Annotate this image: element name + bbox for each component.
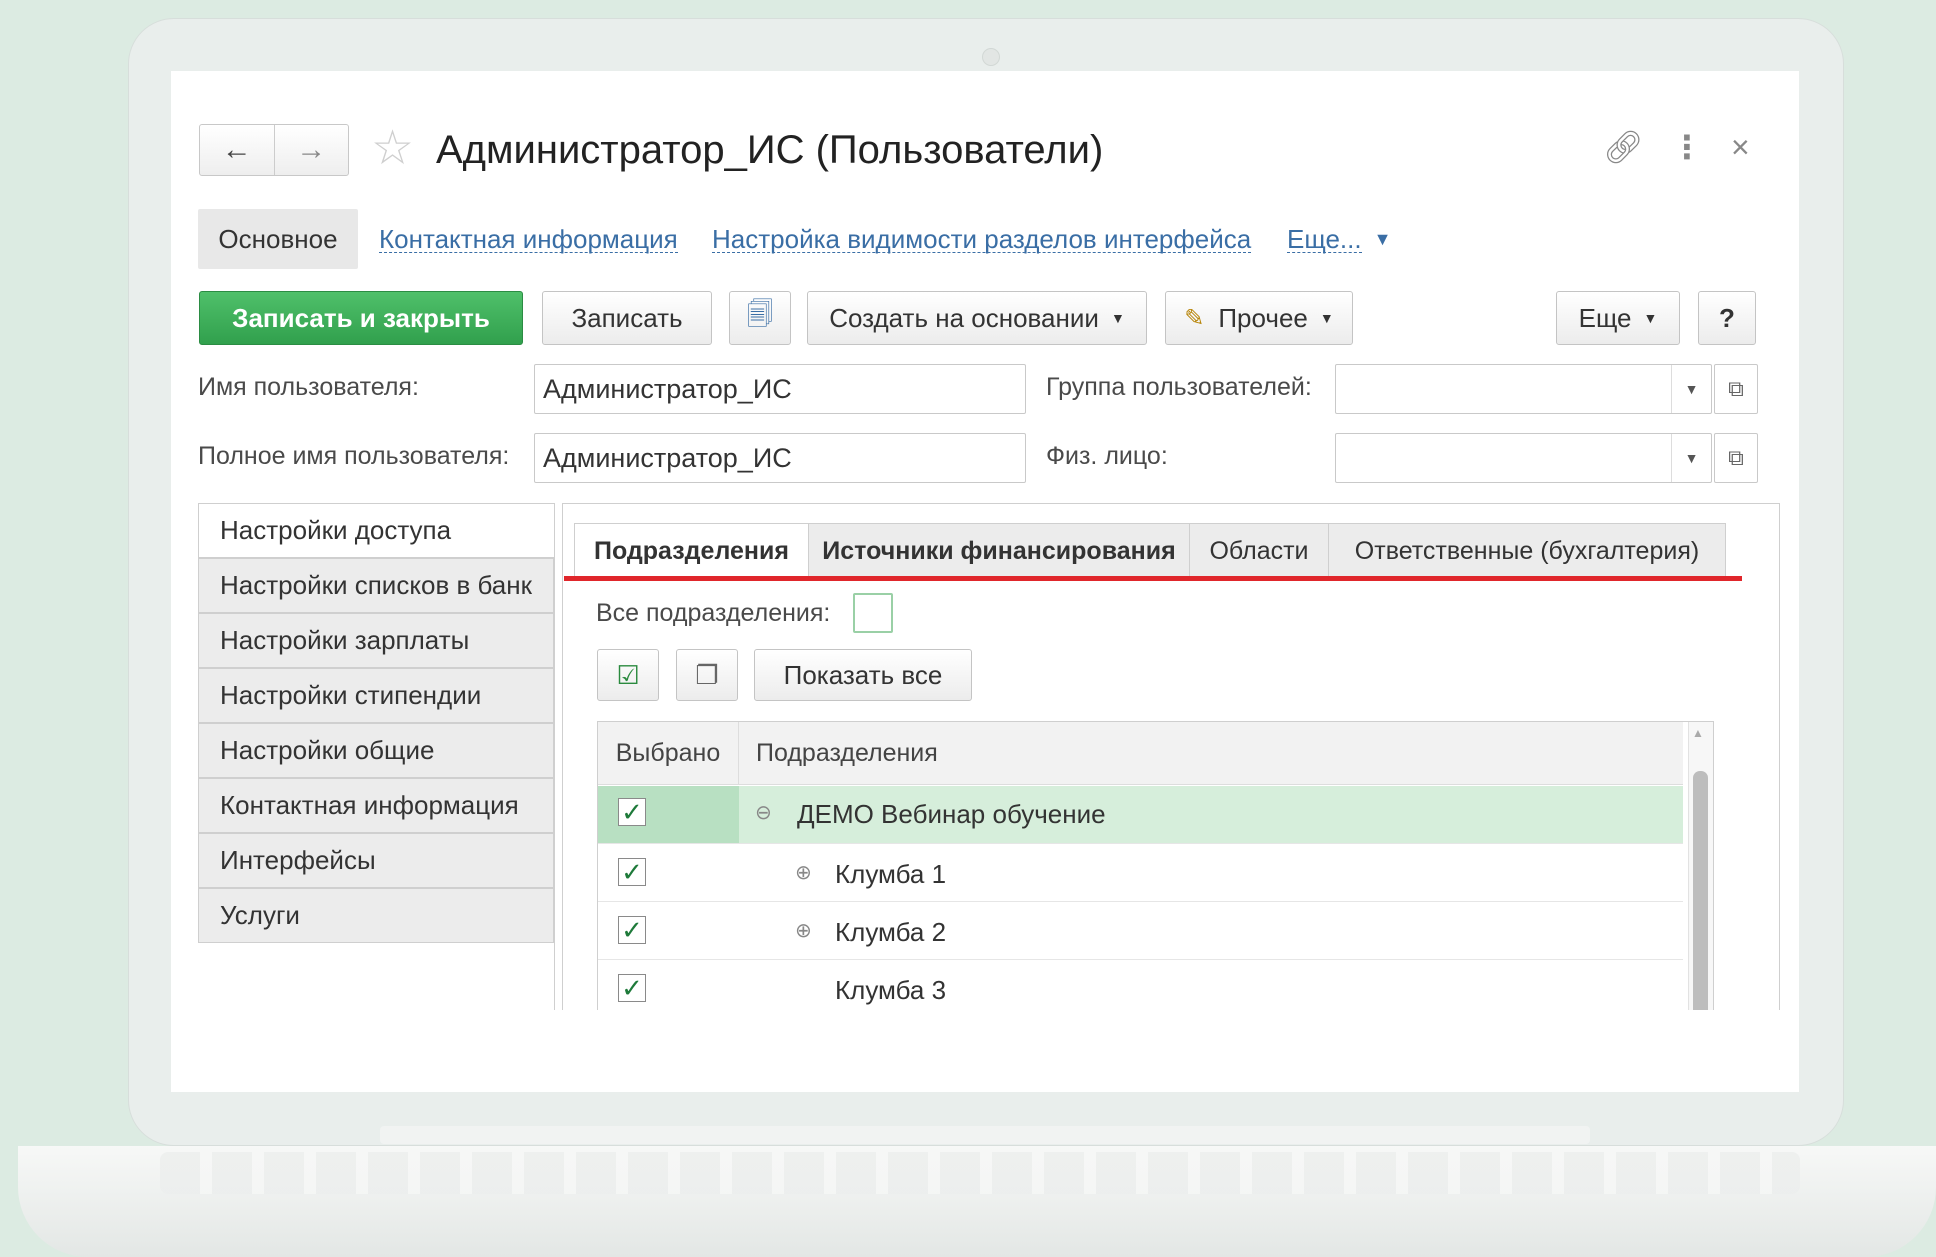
left-tab-salary[interactable]: Настройки зарплаты: [198, 613, 554, 668]
left-tab-services[interactable]: Услуги: [198, 888, 554, 943]
all-departments-label: Все подразделения:: [596, 599, 831, 627]
other-button[interactable]: ✎ Прочее ▼: [1165, 291, 1353, 345]
scroll-up-icon[interactable]: ▲: [1692, 726, 1704, 740]
tab-highlight-line: [564, 576, 1742, 581]
nav-main[interactable]: Основное: [198, 209, 358, 269]
left-tab-contact[interactable]: Контактная информация: [198, 778, 554, 833]
row-checkbox[interactable]: ✓: [618, 858, 646, 886]
nav-interface-visibility[interactable]: Настройка видимости разделов интерфейса: [712, 209, 1252, 269]
tab-departments[interactable]: Подразделения: [574, 523, 809, 580]
all-departments-checkbox[interactable]: [853, 593, 893, 633]
document-settings-icon[interactable]: 🗐: [729, 291, 791, 345]
nav-more[interactable]: Еще... ▼: [1287, 209, 1391, 269]
favorite-star-icon[interactable]: ☆: [371, 125, 414, 173]
tab-responsible-accounting[interactable]: Ответственные (бухгалтерия): [1328, 523, 1726, 580]
forward-arrow-icon[interactable]: →: [273, 125, 349, 175]
username-label: Имя пользователя:: [198, 373, 419, 401]
uncheck-all-icon[interactable]: ❐: [676, 649, 738, 701]
save-button[interactable]: Записать: [542, 291, 712, 345]
dropdown-arrow-icon[interactable]: ▼: [1671, 434, 1711, 482]
department-name: Клумба 3: [835, 975, 947, 1005]
check-all-icon[interactable]: ☑: [597, 649, 659, 701]
history-nav: ← →: [199, 124, 349, 176]
department-name: Клумба 1: [835, 859, 947, 889]
person-label: Физ. лицо:: [1046, 442, 1168, 470]
fullname-field[interactable]: Администратор_ИС: [534, 433, 1026, 483]
row-checkbox[interactable]: ✓: [618, 798, 646, 826]
link-icon[interactable]: 🔗︎: [1603, 127, 1644, 167]
person-select[interactable]: ▼: [1335, 433, 1712, 483]
create-based-label: Создать на основании: [829, 302, 1099, 333]
close-icon[interactable]: ×: [1731, 127, 1750, 167]
column-header-departments[interactable]: Подразделения: [739, 722, 1683, 785]
window-title: Администратор_ИС (Пользователи): [436, 128, 1104, 172]
nav-interface-visibility-label[interactable]: Настройка видимости разделов интерфейса: [712, 226, 1252, 253]
back-arrow-icon[interactable]: ←: [200, 125, 274, 175]
laptop-keyboard: [160, 1152, 1800, 1194]
column-header-selected[interactable]: Выбрано: [598, 722, 739, 785]
table-row[interactable]: ✓ ⊖ ДЕМО Вебинар обучение: [598, 786, 1683, 844]
screen-bottom-band: [171, 1010, 1799, 1092]
table-row[interactable]: ✓ ⊕ Клумба 1: [598, 844, 1683, 902]
dropdown-arrow-icon: ▼: [1643, 310, 1658, 326]
more-label: Еще: [1578, 302, 1632, 333]
fullname-label: Полное имя пользователя:: [198, 442, 510, 470]
wrench-icon: ✎: [1184, 304, 1205, 332]
nav-contact-info-label[interactable]: Контактная информация: [379, 226, 678, 253]
more-button[interactable]: Еще ▼: [1556, 291, 1680, 345]
left-tab-interfaces[interactable]: Интерфейсы: [198, 833, 554, 888]
group-select[interactable]: ▼: [1335, 364, 1712, 414]
open-icon[interactable]: ⧉: [1714, 364, 1758, 414]
row-checkbox[interactable]: ✓: [618, 974, 646, 1002]
nav-more-label[interactable]: Еще...: [1287, 226, 1362, 253]
left-tab-general[interactable]: Настройки общие: [198, 723, 554, 778]
dropdown-arrow-icon: ▼: [1110, 310, 1125, 326]
dropdown-arrow-icon: ▼: [1319, 310, 1334, 326]
help-button[interactable]: ?: [1698, 291, 1756, 345]
collapse-icon[interactable]: ⊖: [755, 800, 772, 825]
expand-icon[interactable]: ⊕: [795, 860, 812, 885]
show-all-button[interactable]: Показать все: [754, 649, 972, 701]
tab-funding-sources[interactable]: Источники финансирования: [808, 523, 1190, 580]
group-label: Группа пользователей:: [1046, 373, 1312, 401]
laptop-hinge: [380, 1126, 1590, 1144]
department-name: Клумба 2: [835, 917, 947, 947]
open-icon[interactable]: ⧉: [1714, 433, 1758, 483]
department-name: ДЕМО Вебинар обучение: [797, 799, 1106, 829]
laptop-camera: [982, 48, 1000, 66]
create-based-button[interactable]: Создать на основании ▼: [807, 291, 1147, 345]
dropdown-arrow-icon[interactable]: ▼: [1671, 365, 1711, 413]
left-tab-access[interactable]: Настройки доступа: [198, 503, 554, 558]
more-vertical-icon[interactable]: ⋮: [1671, 127, 1703, 167]
chevron-down-icon: ▼: [1373, 228, 1392, 249]
laptop-screen: ← → ☆ Администратор_ИС (Пользователи) 🔗︎…: [171, 71, 1799, 1092]
expand-icon[interactable]: ⊕: [795, 918, 812, 943]
row-checkbox[interactable]: ✓: [618, 916, 646, 944]
username-field[interactable]: Администратор_ИС: [534, 364, 1026, 414]
left-tab-bank-lists[interactable]: Настройки списков в банк: [198, 558, 554, 613]
table-row[interactable]: ✓ ⊕ Клумба 2: [598, 902, 1683, 960]
tab-regions[interactable]: Области: [1189, 523, 1329, 580]
other-label: Прочее: [1218, 302, 1308, 333]
left-tab-scholarship[interactable]: Настройки стипендии: [198, 668, 554, 723]
nav-contact-info[interactable]: Контактная информация: [379, 209, 678, 269]
save-close-button[interactable]: Записать и закрыть: [199, 291, 523, 345]
